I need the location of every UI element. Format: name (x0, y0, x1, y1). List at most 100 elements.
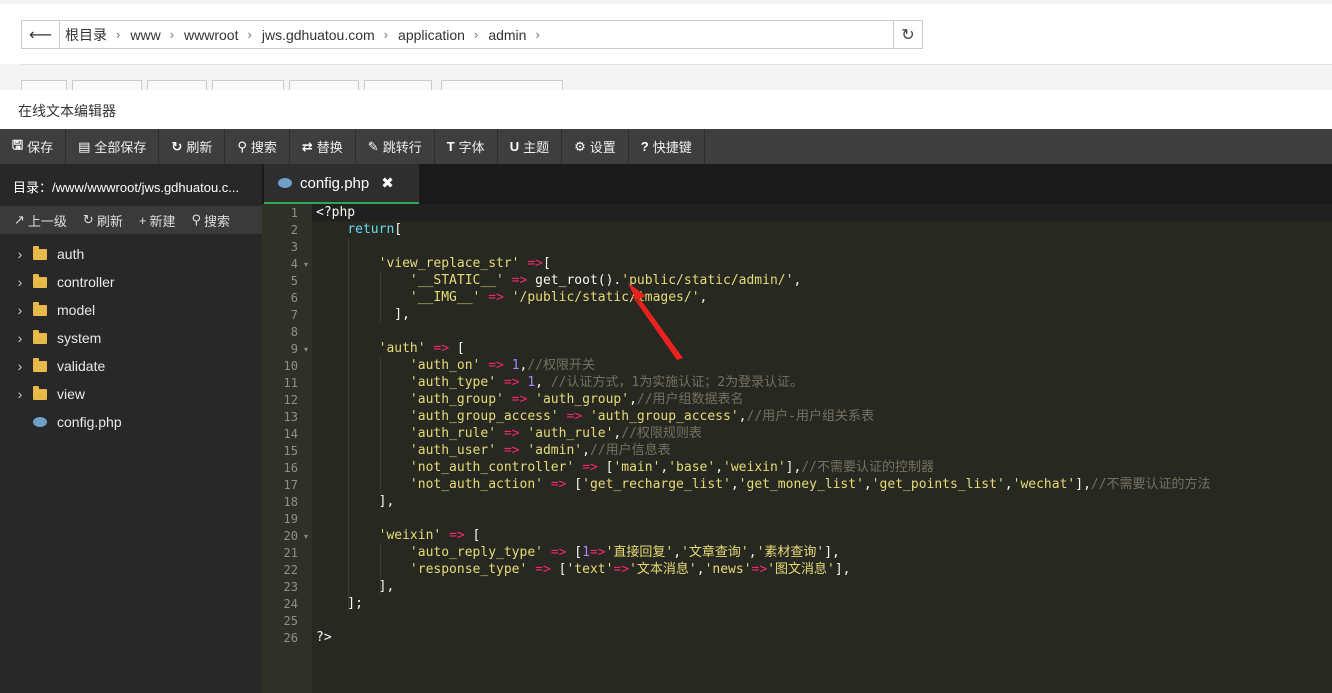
toolbar-button-refresh[interactable]: ↻ 刷新 (159, 129, 226, 164)
file-tree: › auth › controller › model › system › validate › v… (0, 234, 262, 436)
breadcrumb-item[interactable]: wwwroot (179, 27, 242, 43)
folder-icon (33, 357, 47, 372)
code-token: ], (785, 460, 802, 475)
save-icon: 🖫 (12, 136, 24, 152)
tree-item-label: controller (57, 274, 115, 290)
code-token: => (566, 409, 583, 424)
code-token: '/public/static/images/' (511, 290, 700, 305)
code-line: 'auth' => [ (316, 340, 1211, 357)
code-token: //权限规则表 (621, 426, 702, 441)
code-token: 'base' (668, 460, 716, 475)
code-token: 'auth_group_access' (409, 409, 559, 424)
code-token: , (738, 409, 747, 424)
code-token: => (488, 290, 504, 305)
toolbar-label: 字体 (458, 140, 485, 155)
tree-item-view[interactable]: › view (0, 380, 262, 408)
code-token: 1 (527, 375, 536, 390)
close-tab-icon[interactable]: ✖ (381, 174, 394, 192)
chevron-right-icon[interactable]: › (0, 330, 28, 346)
chevron-right-icon[interactable]: › (0, 358, 28, 374)
line-number: 3 (290, 240, 298, 254)
code-token: 1 (511, 358, 520, 373)
line-number: 12 (283, 393, 298, 407)
code-token: , (1004, 477, 1013, 492)
tree-item-label: auth (57, 246, 85, 262)
chevron-right-icon[interactable]: › (0, 274, 28, 290)
hidden-button (364, 80, 432, 90)
breadcrumb-item[interactable]: application (393, 27, 469, 43)
breadcrumb-item[interactable]: www (125, 27, 164, 43)
code-token: 'get_recharge_list' (582, 477, 731, 492)
chevron-right-icon[interactable]: › (0, 302, 28, 318)
chevron-right-icon[interactable]: › (0, 386, 28, 402)
breadcrumb-item[interactable]: jws.gdhuatou.com (257, 27, 379, 43)
tree-item-system[interactable]: › system (0, 324, 262, 352)
toolbar-button-search[interactable]: ⚲ 搜索 (225, 129, 290, 164)
code-token: 'auth_on' (409, 358, 481, 373)
tree-item-config-php[interactable]: config.php (0, 408, 262, 436)
fold-icon[interactable]: ▾ (304, 260, 308, 269)
code-content[interactable]: <?php return[​ 'view_replace_str' =>[ '_… (316, 204, 1211, 646)
tree-item-validate[interactable]: › validate (0, 352, 262, 380)
fold-icon[interactable]: ▾ (304, 345, 308, 354)
replace-icon: ⇄ (301, 138, 313, 154)
code-token: '直接回复' (605, 545, 674, 560)
tab-bar: config.php ✖ (262, 164, 1332, 204)
breadcrumb-item[interactable]: 根目录 (60, 25, 111, 45)
search-icon: ⚲ (237, 138, 247, 154)
tree-item-controller[interactable]: › controller (0, 268, 262, 296)
code-token: [ (394, 222, 403, 237)
toolbar-button-save[interactable]: 🖫 保存 (0, 129, 67, 164)
toolbar-button-shortcuts[interactable]: ? 快捷键 (629, 129, 705, 164)
code-token: //不需要认证的控制器 (801, 460, 934, 475)
code-token: => (589, 545, 606, 560)
toolbar-button-save-all[interactable]: ▤ 全部保存 (66, 129, 160, 164)
code-token: 'weixin' (378, 528, 442, 543)
line-number: 18 (283, 495, 298, 509)
toolbar-button-settings[interactable]: ⚙ 设置 (562, 129, 629, 164)
code-token: 'auth_type' (409, 375, 497, 390)
code-token: => (550, 545, 567, 560)
php-file-icon (33, 417, 47, 427)
sidebar-action-refresh[interactable]: ↻ 刷新 (83, 211, 123, 230)
chevron-right-icon[interactable]: › (0, 246, 28, 262)
fold-icon[interactable]: ▾ (304, 532, 308, 541)
sidebar-action-new[interactable]: + 新建 (139, 211, 176, 230)
toolbar-button-goto-line[interactable]: ✎ 跳转行 (356, 129, 435, 164)
code-token: , (863, 477, 872, 492)
code-token: => (433, 341, 450, 356)
chevron-right-icon: › (535, 27, 540, 42)
code-token: => (488, 358, 504, 373)
code-line: '__STATIC__' => get_root().'public/stati… (316, 272, 1211, 289)
refresh-icon[interactable]: ↻ (893, 21, 922, 48)
code-token: 'news' (704, 562, 752, 577)
code-token: , (730, 477, 739, 492)
toolbar-button-theme[interactable]: U 主题 (498, 129, 563, 164)
tree-item-model[interactable]: › model (0, 296, 262, 324)
toolbar-button-font[interactable]: T 字体 (435, 129, 498, 164)
sidebar-action-search[interactable]: ⚲ 搜索 (191, 211, 230, 230)
code-line: return[ (316, 221, 1211, 238)
back-icon[interactable]: ⟵ (22, 21, 60, 48)
code-token: //用户组数据表名 (636, 392, 744, 407)
path-bar: ⟵ 根目录 › www › wwwroot › jws.gdhuatou.com › appli… (21, 20, 923, 49)
code-editor[interactable]: 1 2 3 4 5 6 7 8 9 10 11 12 13 14 15 16 17 18 19 20 21 22 23 24 2… (262, 204, 1332, 693)
code-token: [ (566, 477, 583, 492)
toolbar-button-replace[interactable]: ⇄ 替换 (290, 129, 356, 164)
code-line: ], (316, 306, 1211, 323)
sidebar-action-up-level[interactable]: ↗ 上一级 (14, 211, 67, 230)
line-number: 20 (283, 529, 298, 543)
tab-config-php[interactable]: config.php ✖ (264, 164, 419, 204)
code-token: => (511, 273, 528, 288)
breadcrumb-item[interactable]: admin (483, 27, 530, 43)
tree-item-auth[interactable]: › auth (0, 240, 262, 268)
breadcrumb: 根目录 › www › wwwroot › jws.gdhuatou.com › applica… (60, 21, 893, 48)
line-number: 17 (283, 478, 298, 492)
code-line: ?> (316, 629, 1211, 646)
